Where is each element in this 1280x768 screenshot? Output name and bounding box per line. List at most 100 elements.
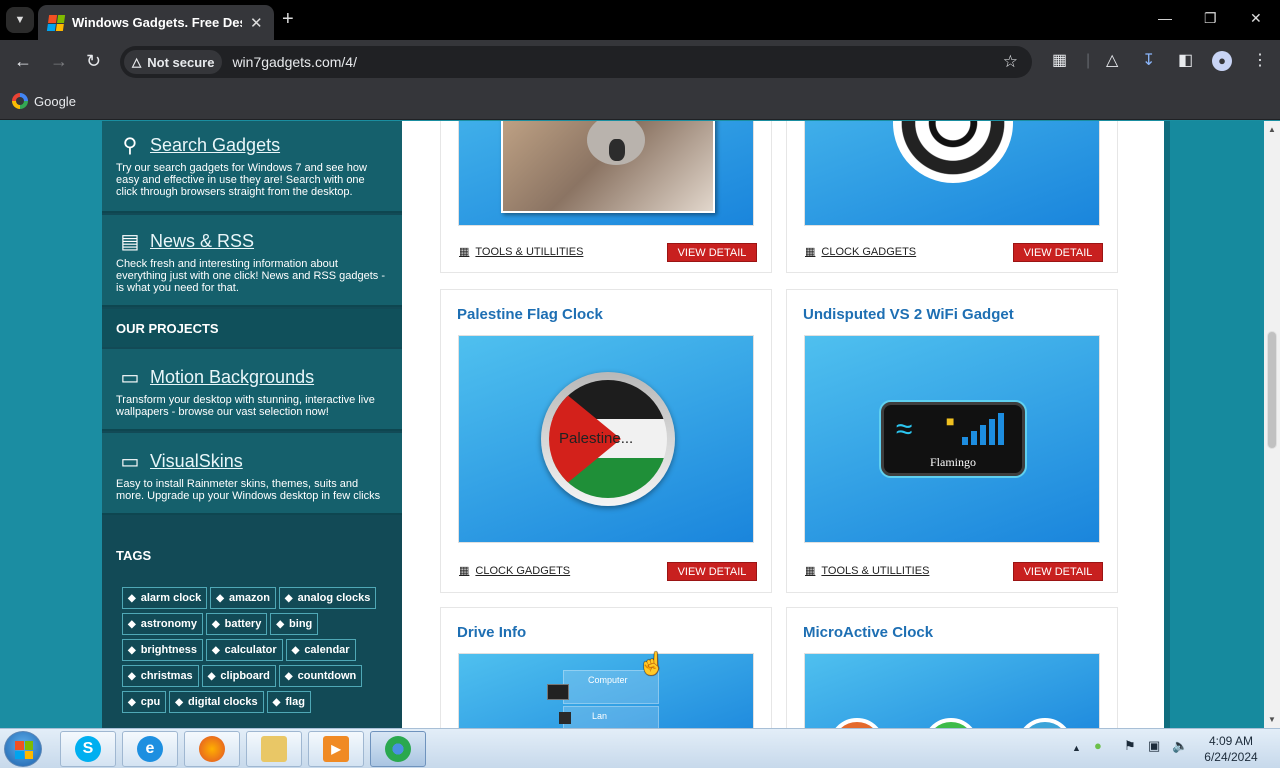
show-hidden-icons[interactable]: ▲ <box>1072 743 1081 753</box>
gadget-card: ▦ TOOLS & UTILLITIES VIEW DETAIL <box>440 121 772 273</box>
card-category[interactable]: ▦ CLOCK GADGETS <box>459 564 570 578</box>
skype-icon: S <box>75 736 101 762</box>
gadget-thumbnail[interactable]: ≈ ■ Flamingo <box>804 335 1100 543</box>
warning-icon: △ <box>132 55 142 69</box>
view-detail-button[interactable]: VIEW DETAIL <box>667 562 757 581</box>
clock-orange <box>829 718 885 728</box>
tab-close-icon[interactable]: ✕ <box>250 14 263 32</box>
profile-icon[interactable]: ● <box>1212 51 1232 71</box>
scroll-down-icon[interactable]: ▼ <box>1268 715 1276 724</box>
taskbar-media-player[interactable]: ▶ <box>308 731 364 767</box>
grid-icon: ▦ <box>805 246 816 258</box>
sidebar-block-visualskins: ▭ VisualSkins Easy to install Rainmeter … <box>102 433 402 515</box>
search-gadgets-link[interactable]: Search Gadgets <box>150 135 280 156</box>
lock-icon: ■ <box>946 413 955 429</box>
labs-icon[interactable]: △ <box>1106 52 1118 70</box>
taskbar-ie[interactable]: e <box>122 731 178 767</box>
tag-item[interactable]: ◆ cpu <box>122 691 167 713</box>
gadget-thumbnail[interactable] <box>804 121 1100 226</box>
tag-item[interactable]: ◆ bing <box>270 613 319 635</box>
tray-app-icon[interactable]: ● <box>1094 738 1102 753</box>
taskbar-skype[interactable]: S <box>60 731 116 767</box>
card-category[interactable]: ▦ TOOLS & UTILLITIES <box>459 245 583 259</box>
network-icon[interactable]: ▣ <box>1148 738 1160 754</box>
system-clock[interactable]: 4:09 AM 6/24/2024 <box>1198 733 1264 765</box>
action-center-flag-icon[interactable]: ⚑ <box>1124 738 1136 754</box>
forward-icon[interactable]: → <box>50 51 68 71</box>
tag-icon: ◆ <box>216 592 224 604</box>
view-detail-button[interactable]: VIEW DETAIL <box>1013 243 1103 262</box>
card-title[interactable]: Drive Info <box>457 624 526 641</box>
view-detail-button[interactable]: VIEW DETAIL <box>667 243 757 262</box>
motion-backgrounds-link[interactable]: Motion Backgrounds <box>150 367 314 388</box>
tag-item[interactable]: ◆ amazon <box>210 587 276 609</box>
card-category[interactable]: ▦ TOOLS & UTILLITIES <box>805 564 929 578</box>
restore-button[interactable]: ❐ <box>1204 10 1217 27</box>
bookmark-star-icon[interactable]: ☆ <box>1003 52 1018 72</box>
page-viewport: ⚲ Search Gadgets Try our search gadgets … <box>0 121 1264 728</box>
card-title[interactable]: Palestine Flag Clock <box>457 306 603 323</box>
taskbar-chrome[interactable] <box>370 731 426 767</box>
tag-item[interactable]: ◆ countdown <box>278 665 363 687</box>
browser-tab[interactable]: Windows Gadgets. Free Deskto ✕ <box>38 5 274 40</box>
card-category[interactable]: ▦ CLOCK GADGETS <box>805 245 916 259</box>
tag-item[interactable]: ◆ calculator <box>205 639 283 661</box>
bookmark-google-label: Google <box>34 93 76 109</box>
gadget-thumbnail[interactable]: Computer Lan <box>458 653 754 728</box>
tag-cloud: ◆ alarm clock ◆ amazon ◆ analog clocks ◆ ast… <box>122 587 392 713</box>
card-title[interactable]: Undisputed VS 2 WiFi Gadget <box>803 306 1014 323</box>
visualskins-link[interactable]: VisualSkins <box>150 451 243 472</box>
taskbar-firefox[interactable] <box>184 731 240 767</box>
taskbar-explorer[interactable] <box>246 731 302 767</box>
tab-search-button[interactable]: ▼ <box>6 7 34 33</box>
tag-item[interactable]: ◆ astronomy <box>122 613 203 635</box>
reload-icon[interactable]: ↻ <box>86 51 101 71</box>
tag-icon: ◆ <box>284 592 293 604</box>
windows-logo-icon <box>46 14 66 31</box>
page-right-margin <box>1164 121 1264 728</box>
folder-icon <box>261 736 287 762</box>
tag-item[interactable]: ◆ battery <box>205 613 268 635</box>
tag-item[interactable]: ◆ analog clocks <box>278 587 377 609</box>
signal-bars <box>962 413 1008 445</box>
tag-item[interactable]: ◆ flag <box>266 691 311 713</box>
page-scrollbar[interactable]: ▲ ▼ <box>1264 121 1280 728</box>
download-icon[interactable]: ↧ <box>1142 52 1155 70</box>
koala-photo <box>501 121 715 213</box>
gadget-thumbnail[interactable] <box>458 121 754 226</box>
url-text[interactable]: win7gadgets.com/4/ <box>232 54 357 70</box>
scroll-up-icon[interactable]: ▲ <box>1268 125 1276 134</box>
extensions-icon[interactable]: ▦ <box>1052 52 1067 70</box>
flag-clock-label: Palestine... <box>559 430 634 447</box>
search-gadgets-desc: Try our search gadgets for Windows 7 and… <box>116 162 367 198</box>
side-panel-icon[interactable]: ◧ <box>1178 52 1193 70</box>
tag-item[interactable]: ◆ brightness <box>122 639 203 661</box>
tag-item[interactable]: ◆ christmas <box>122 665 199 687</box>
minimize-button[interactable]: — <box>1158 10 1172 26</box>
bookmark-google[interactable]: Google <box>12 93 76 109</box>
main-content: ▦ TOOLS & UTILLITIES VIEW DETAIL ▦ CLOCK G… <box>402 121 1164 728</box>
close-window-button[interactable]: ✕ <box>1250 10 1262 27</box>
security-chip[interactable]: △ Not secure <box>124 50 223 74</box>
scrollbar-thumb[interactable] <box>1267 331 1277 449</box>
start-button[interactable] <box>4 731 42 767</box>
windows-logo-icon <box>15 741 33 759</box>
tag-icon: ◆ <box>276 618 285 630</box>
card-title[interactable]: MicroActive Clock <box>803 624 933 641</box>
tag-item[interactable]: ◆ clipboard <box>201 665 276 687</box>
view-detail-button[interactable]: VIEW DETAIL <box>1013 562 1103 581</box>
gadget-thumbnail[interactable]: Palestine... <box>458 335 754 543</box>
back-icon[interactable]: ← <box>14 51 32 71</box>
gadget-thumbnail[interactable] <box>804 653 1100 728</box>
tag-icon: ◆ <box>128 618 136 630</box>
new-tab-button[interactable]: + <box>282 8 294 30</box>
menu-icon[interactable]: ⋮ <box>1252 52 1268 70</box>
hand-cursor-icon: ☝ <box>638 651 666 676</box>
volume-muted-icon[interactable]: 🔈 <box>1172 738 1188 754</box>
tag-item[interactable]: ◆ alarm clock <box>122 587 208 609</box>
address-bar[interactable]: △ Not secure win7gadgets.com/4/ ☆ <box>120 46 1032 78</box>
tag-icon: ◆ <box>207 670 216 682</box>
tag-item[interactable]: ◆ calendar <box>285 639 356 661</box>
news-rss-link[interactable]: News & RSS <box>150 231 254 252</box>
tag-item[interactable]: ◆ digital clocks <box>169 691 264 713</box>
